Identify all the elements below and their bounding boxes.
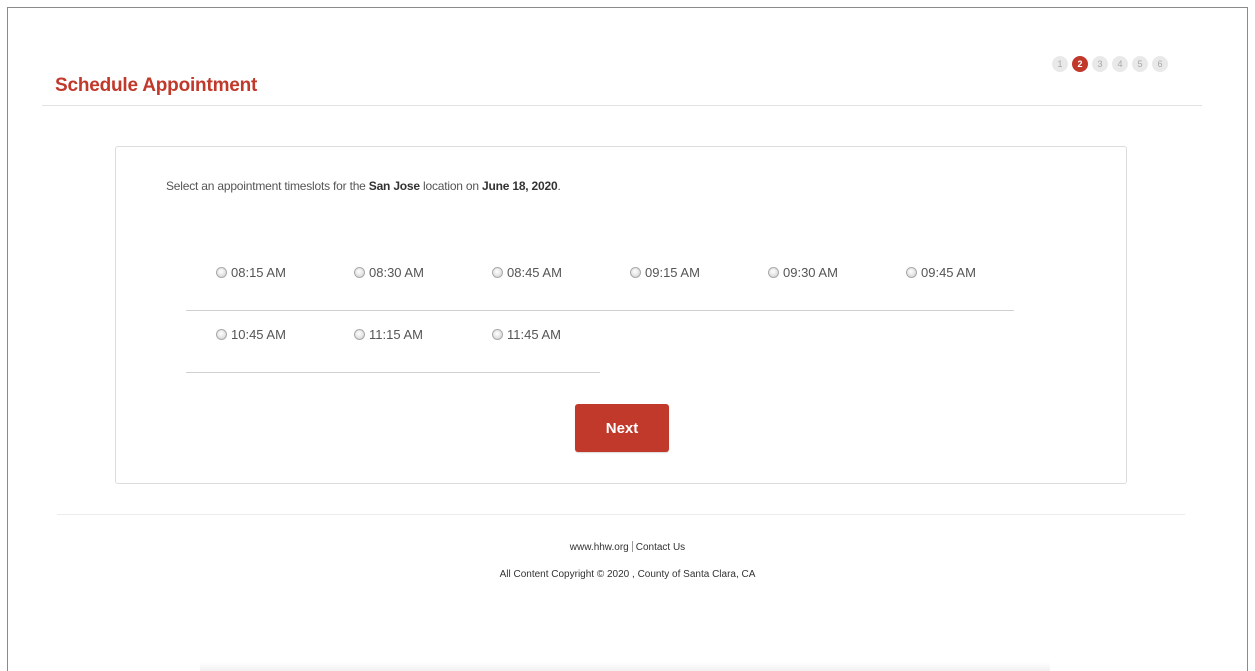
radio-unchecked-icon[interactable] <box>492 329 503 340</box>
footer-divider <box>57 514 1185 515</box>
timeslot-label: 09:45 AM <box>921 265 976 280</box>
link-separator <box>631 541 633 552</box>
appointment-date: June 18, 2020 <box>482 179 558 193</box>
timeslot-option[interactable]: 09:30 AM <box>738 265 876 280</box>
timeslot-label: 09:15 AM <box>645 265 700 280</box>
radio-unchecked-icon[interactable] <box>354 267 365 278</box>
step-6: 6 <box>1152 56 1168 72</box>
step-2-current: 2 <box>1072 56 1088 72</box>
next-button[interactable]: Next <box>575 404 669 452</box>
radio-unchecked-icon[interactable] <box>216 329 227 340</box>
timeslot-label: 08:30 AM <box>369 265 424 280</box>
timeslot-row-1: 08:15 AM 08:30 AM 08:45 AM 09:15 AM 09:3… <box>186 265 1014 280</box>
footer-links: www.hhw.org Contact Us <box>0 541 1255 553</box>
contact-us-link[interactable]: Contact Us <box>636 542 685 553</box>
radio-unchecked-icon[interactable] <box>492 267 503 278</box>
timeslot-option[interactable]: 11:15 AM <box>324 327 462 342</box>
timeslot-option[interactable]: 08:30 AM <box>324 265 462 280</box>
step-indicator: 1 2 3 4 5 6 <box>1052 56 1168 72</box>
radio-unchecked-icon[interactable] <box>906 267 917 278</box>
timeslot-label: 11:45 AM <box>507 327 561 342</box>
timeslot-option[interactable]: 10:45 AM <box>186 327 324 342</box>
timeslot-card: Select an appointment timeslots for the … <box>115 146 1127 484</box>
step-4: 4 <box>1112 56 1128 72</box>
radio-unchecked-icon[interactable] <box>354 329 365 340</box>
timeslot-option[interactable]: 08:15 AM <box>186 265 324 280</box>
timeslot-option[interactable]: 08:45 AM <box>462 265 600 280</box>
copyright-text: All Content Copyright © 2020 , County of… <box>499 569 756 580</box>
instructions-text: Select an appointment timeslots for the … <box>166 179 561 193</box>
timeslot-label: 09:30 AM <box>783 265 838 280</box>
timeslot-option[interactable]: 09:45 AM <box>876 265 1014 280</box>
bottom-shadow <box>200 662 1050 671</box>
timeslot-label: 11:15 AM <box>369 327 423 342</box>
timeslot-option[interactable]: 11:45 AM <box>462 327 600 342</box>
timeslot-label: 08:15 AM <box>231 265 286 280</box>
timeslot-option[interactable]: 09:15 AM <box>600 265 738 280</box>
timeslot-row-2: 10:45 AM 11:15 AM 11:45 AM <box>186 327 600 342</box>
timeslot-label: 10:45 AM <box>231 327 286 342</box>
timeslot-label: 08:45 AM <box>507 265 562 280</box>
site-link[interactable]: www.hhw.org <box>570 542 629 553</box>
page-title: Schedule Appointment <box>55 75 258 96</box>
timeslot-row-divider <box>186 372 600 373</box>
timeslot-row-divider <box>186 310 1014 311</box>
header-divider <box>42 105 1202 106</box>
step-5: 5 <box>1132 56 1148 72</box>
instructions-middle: location on <box>419 179 482 193</box>
instructions-prefix: Select an appointment timeslots for the <box>166 179 369 193</box>
step-1: 1 <box>1052 56 1068 72</box>
step-3: 3 <box>1092 56 1108 72</box>
instructions-suffix: . <box>557 179 561 193</box>
location-name: San Jose <box>368 179 420 193</box>
radio-unchecked-icon[interactable] <box>768 267 779 278</box>
radio-unchecked-icon[interactable] <box>630 267 641 278</box>
radio-unchecked-icon[interactable] <box>216 267 227 278</box>
